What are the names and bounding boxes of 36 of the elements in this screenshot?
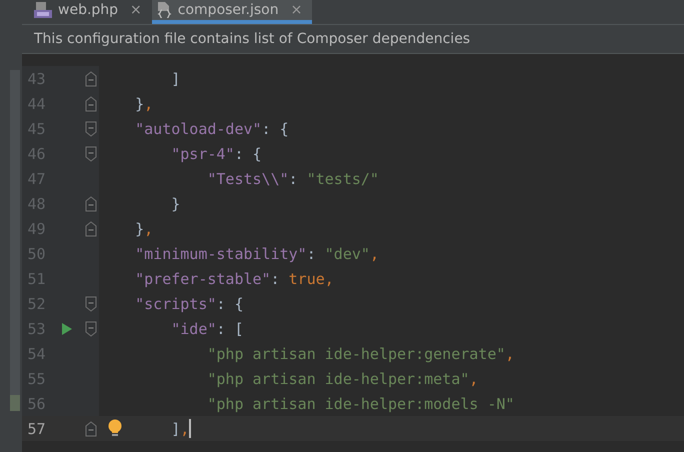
editor-tab[interactable]: composer.json × (152, 0, 312, 24)
fold-icon[interactable] (85, 146, 98, 162)
fold-end-icon[interactable] (85, 96, 98, 112)
php-file-icon (34, 2, 52, 18)
code-line: }, (135, 220, 154, 238)
banner-text: This configuration file contains list of Composer dependencies (34, 31, 470, 47)
fold-end-icon[interactable] (85, 220, 98, 236)
fold-icon[interactable] (85, 296, 98, 312)
close-icon[interactable]: × (130, 2, 142, 18)
code-line: "minimum-stability": "dev", (135, 244, 379, 262)
code-line: "Tests\\": "tests/" (207, 170, 379, 188)
fold-icon[interactable] (85, 120, 98, 136)
code-line: ], (171, 420, 190, 438)
code-line: ] (171, 70, 180, 88)
code-line: "php artisan ide-helper:models -N" (207, 394, 514, 412)
line-number: 57 (26, 420, 46, 438)
json-file-icon (156, 2, 172, 18)
code-line: "prefer-stable": true, (135, 270, 334, 288)
change-marker (10, 395, 20, 411)
text-caret (189, 419, 192, 438)
code-line: "php artisan ide-helper:meta", (207, 370, 478, 388)
code-line: "psr-4": { (171, 144, 262, 162)
code-line: "ide": [ (171, 320, 244, 338)
fold-end-icon[interactable] (85, 196, 98, 212)
fold-end-icon[interactable] (85, 420, 98, 436)
code-line: "scripts": { (135, 294, 244, 312)
code-line: "php artisan ide-helper:generate", (207, 344, 514, 362)
fold-end-icon[interactable] (85, 70, 98, 86)
run-icon[interactable] (62, 322, 72, 334)
code-line: }, (135, 94, 154, 112)
code-line: "autoload-dev": { (135, 120, 289, 138)
editor-tab[interactable]: web.php × (30, 0, 152, 24)
close-icon[interactable]: × (290, 2, 302, 18)
fold-icon[interactable] (85, 320, 98, 336)
code-line: } (171, 194, 180, 212)
lightbulb-icon[interactable] (108, 419, 122, 437)
